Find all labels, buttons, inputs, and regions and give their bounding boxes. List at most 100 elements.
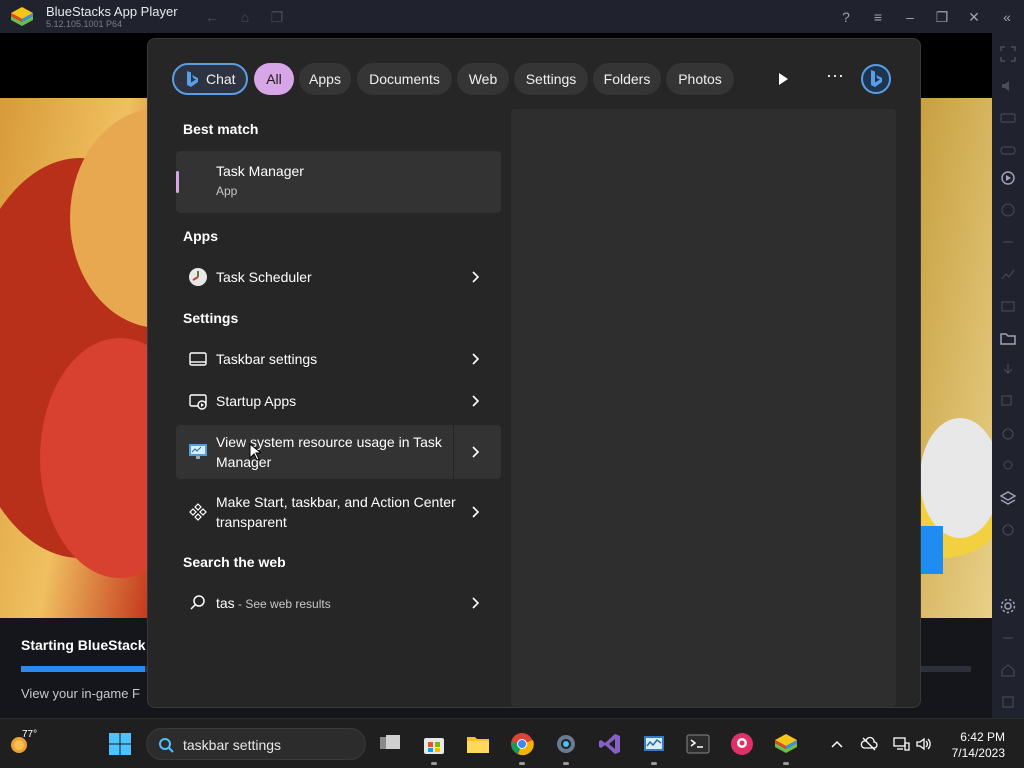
rotate-icon[interactable]	[999, 201, 1017, 219]
startup-apps-icon	[189, 394, 207, 410]
menu-icon[interactable]: ≡	[869, 8, 887, 26]
recents-sidebar-icon[interactable]	[999, 693, 1017, 711]
macro-icon[interactable]	[999, 425, 1017, 443]
settings-gear-icon[interactable]	[999, 597, 1017, 615]
performance-monitor-icon[interactable]	[642, 732, 666, 756]
window-version: 5.12.105.1001 P64	[46, 19, 123, 29]
best-match-task-manager[interactable]: Task Manager App	[176, 151, 501, 213]
home-icon[interactable]: ⌂	[236, 8, 254, 26]
result-transparency[interactable]: Make Start, taskbar, and Action Center t…	[176, 485, 501, 539]
filter-folders[interactable]: Folders	[593, 63, 661, 95]
split-divider	[453, 425, 454, 479]
search-icon	[159, 738, 174, 753]
chat-app-icon[interactable]	[730, 732, 754, 756]
microsoft-store-icon[interactable]	[422, 732, 446, 756]
result-startup-apps[interactable]: Startup Apps	[176, 381, 501, 421]
shake-icon[interactable]	[999, 233, 1017, 251]
keyboard-icon[interactable]	[999, 109, 1017, 127]
close-icon[interactable]: ✕	[965, 8, 983, 26]
window-title: BlueStacks App Player	[46, 4, 178, 19]
task-scheduler-icon	[189, 268, 207, 286]
search-icon	[190, 595, 205, 610]
taskbar-search-box[interactable]: taskbar settings	[146, 728, 366, 760]
chevron-up-icon[interactable]	[828, 735, 846, 753]
windows-search-panel: Chat All Apps Documents Web Settings Fol…	[147, 38, 921, 708]
web-query: tas	[216, 595, 235, 611]
apk-icon[interactable]	[999, 361, 1017, 379]
selection-accent	[176, 171, 179, 193]
collapse-sidebar-icon[interactable]: «	[998, 8, 1016, 26]
search-web-heading: Search the web	[183, 554, 286, 570]
minimize-icon[interactable]: –	[901, 8, 919, 26]
result-preview-pane	[511, 109, 896, 707]
filter-all[interactable]: All	[254, 63, 294, 95]
cloud-offline-icon[interactable]	[860, 735, 878, 753]
clock-date[interactable]: 7/14/2023	[944, 746, 1005, 760]
help-icon[interactable]: ?	[837, 8, 855, 26]
layers-icon[interactable]	[999, 489, 1017, 507]
result-label: Make Start, taskbar, and Action Center t…	[216, 494, 456, 530]
bing-icon[interactable]	[860, 63, 892, 95]
result-task-scheduler[interactable]: Task Scheduler	[176, 257, 501, 297]
monitor-icon	[189, 444, 207, 459]
gamepad-icon[interactable]	[999, 141, 1017, 159]
chevron-right-icon	[472, 395, 480, 407]
mouse-cursor-icon	[249, 443, 261, 461]
file-explorer-icon[interactable]	[466, 732, 490, 756]
running-indicator	[783, 762, 789, 765]
more-options-button[interactable]: ···	[824, 66, 846, 89]
best-match-subtitle: App	[216, 184, 238, 198]
filter-documents[interactable]: Documents	[357, 63, 452, 95]
terminal-icon[interactable]	[686, 732, 710, 756]
filter-settings[interactable]: Settings	[514, 63, 588, 95]
result-label: Task Scheduler	[216, 269, 312, 285]
best-match-title: Task Manager	[216, 163, 304, 179]
game-action-button[interactable]	[918, 526, 943, 574]
volume-tray-icon[interactable]	[914, 735, 932, 753]
fullscreen-icon[interactable]	[999, 45, 1017, 63]
bluestacks-taskbar-icon[interactable]	[774, 732, 798, 756]
task-view-icon[interactable]	[378, 732, 402, 756]
loading-progress-fill	[21, 666, 145, 672]
home-sidebar-icon[interactable]	[999, 661, 1017, 679]
performance-icon[interactable]	[999, 265, 1017, 283]
filter-apps[interactable]: Apps	[299, 63, 351, 95]
chrome-icon[interactable]	[510, 732, 534, 756]
visual-studio-icon[interactable]	[598, 732, 622, 756]
screenshot-icon[interactable]	[999, 297, 1017, 315]
record-icon[interactable]	[999, 169, 1017, 187]
result-taskbar-settings[interactable]: Taskbar settings	[176, 339, 501, 379]
result-view-system-resource-usage[interactable]: View system resource usage in Task Manag…	[176, 425, 501, 479]
maximize-icon[interactable]: ❐	[933, 8, 951, 26]
filter-chat[interactable]: Chat	[172, 63, 248, 95]
running-indicator	[519, 762, 525, 765]
result-label: Startup Apps	[216, 393, 297, 409]
clock-time[interactable]: 6:42 PM	[951, 730, 1005, 744]
back-arrow-icon[interactable]	[999, 629, 1017, 647]
network-icon[interactable]	[892, 735, 910, 753]
result-label: Taskbar settings	[216, 351, 318, 367]
recent-apps-icon[interactable]: ❐	[268, 8, 286, 26]
windows-start-icon[interactable]	[108, 732, 132, 756]
settings-app-icon[interactable]	[554, 732, 578, 756]
volume-icon[interactable]	[999, 77, 1017, 95]
folder-icon[interactable]	[999, 329, 1017, 347]
play-more-filters-icon[interactable]	[776, 71, 790, 87]
chevron-right-icon[interactable]	[470, 445, 482, 459]
filter-photos[interactable]: Photos	[666, 63, 734, 95]
apps-heading: Apps	[183, 228, 218, 244]
chevron-right-icon	[472, 353, 480, 365]
bluestacks-sidebar	[992, 33, 1024, 718]
multi-instance-icon[interactable]	[999, 393, 1017, 411]
chevron-right-icon	[472, 506, 480, 518]
result-web-search[interactable]: tas - See web results	[176, 583, 501, 623]
back-icon[interactable]: ←	[203, 8, 221, 26]
eco-mode-icon[interactable]	[999, 521, 1017, 539]
filter-web[interactable]: Web	[457, 63, 509, 95]
taskbar-search-text: taskbar settings	[183, 737, 282, 753]
chevron-right-icon	[472, 271, 480, 283]
location-icon[interactable]	[999, 457, 1017, 475]
web-query-line: tas - See web results	[216, 593, 331, 614]
bing-chat-icon	[187, 71, 198, 87]
ingame-hint-text: View your in-game F	[21, 686, 140, 701]
